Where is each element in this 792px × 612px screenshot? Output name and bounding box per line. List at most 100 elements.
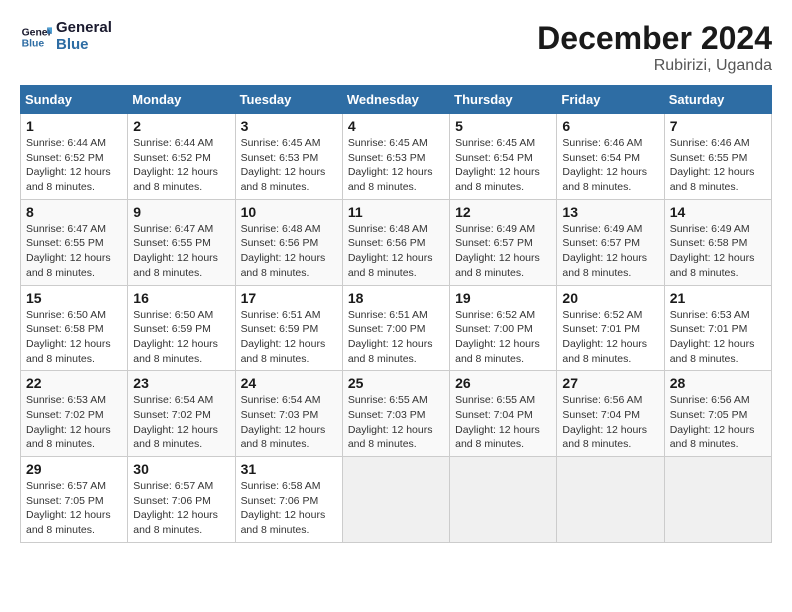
day-info: Sunrise: 6:45 AM Sunset: 6:53 PM Dayligh… [348,136,444,195]
daylight-minutes: and 8 minutes. [133,181,202,193]
day-info: Sunrise: 6:49 AM Sunset: 6:58 PM Dayligh… [670,222,766,281]
weekday-header-friday: Friday [557,86,664,114]
day-info: Sunrise: 6:47 AM Sunset: 6:55 PM Dayligh… [26,222,122,281]
day-info: Sunrise: 6:48 AM Sunset: 6:56 PM Dayligh… [241,222,337,281]
daylight-label: Daylight: 12 hours [670,252,755,264]
daylight-label: Daylight: 12 hours [241,338,326,350]
day-info: Sunrise: 6:52 AM Sunset: 7:00 PM Dayligh… [455,308,551,367]
sunset-label: Sunset: 7:01 PM [562,323,640,335]
daylight-label: Daylight: 12 hours [348,424,433,436]
daylight-minutes: and 8 minutes. [562,181,631,193]
week-row-3: 15 Sunrise: 6:50 AM Sunset: 6:58 PM Dayl… [21,285,772,371]
calendar-cell [342,457,449,543]
day-number: 23 [133,375,229,391]
sunset-label: Sunset: 6:54 PM [455,152,533,164]
day-number: 2 [133,118,229,134]
daylight-minutes: and 8 minutes. [455,438,524,450]
day-info: Sunrise: 6:50 AM Sunset: 6:58 PM Dayligh… [26,308,122,367]
calendar-cell: 18 Sunrise: 6:51 AM Sunset: 7:00 PM Dayl… [342,285,449,371]
sunrise-label: Sunrise: 6:45 AM [348,137,428,149]
calendar-cell: 13 Sunrise: 6:49 AM Sunset: 6:57 PM Dayl… [557,199,664,285]
sunrise-label: Sunrise: 6:55 AM [348,394,428,406]
day-info: Sunrise: 6:56 AM Sunset: 7:04 PM Dayligh… [562,393,658,452]
sunset-label: Sunset: 7:00 PM [455,323,533,335]
calendar-cell: 23 Sunrise: 6:54 AM Sunset: 7:02 PM Dayl… [128,371,235,457]
day-number: 25 [348,375,444,391]
daylight-label: Daylight: 12 hours [133,338,218,350]
daylight-label: Daylight: 12 hours [562,252,647,264]
day-number: 24 [241,375,337,391]
sunset-label: Sunset: 7:01 PM [670,323,748,335]
daylight-minutes: and 8 minutes. [562,267,631,279]
sunset-label: Sunset: 6:53 PM [241,152,319,164]
weekday-header-sunday: Sunday [21,86,128,114]
sunset-label: Sunset: 7:03 PM [241,409,319,421]
daylight-minutes: and 8 minutes. [455,353,524,365]
sunrise-label: Sunrise: 6:45 AM [241,137,321,149]
week-row-1: 1 Sunrise: 6:44 AM Sunset: 6:52 PM Dayli… [21,114,772,200]
day-info: Sunrise: 6:46 AM Sunset: 6:55 PM Dayligh… [670,136,766,195]
day-number: 8 [26,204,122,220]
day-number: 6 [562,118,658,134]
sunset-label: Sunset: 6:52 PM [26,152,104,164]
daylight-label: Daylight: 12 hours [562,424,647,436]
daylight-label: Daylight: 12 hours [241,166,326,178]
day-number: 20 [562,290,658,306]
daylight-minutes: and 8 minutes. [133,267,202,279]
sunrise-label: Sunrise: 6:53 AM [26,394,106,406]
daylight-label: Daylight: 12 hours [241,509,326,521]
daylight-label: Daylight: 12 hours [348,252,433,264]
sunset-label: Sunset: 6:52 PM [133,152,211,164]
sunrise-label: Sunrise: 6:58 AM [241,480,321,492]
calendar-cell: 29 Sunrise: 6:57 AM Sunset: 7:05 PM Dayl… [21,457,128,543]
day-info: Sunrise: 6:47 AM Sunset: 6:55 PM Dayligh… [133,222,229,281]
sunrise-label: Sunrise: 6:54 AM [241,394,321,406]
daylight-minutes: and 8 minutes. [241,181,310,193]
calendar-cell: 30 Sunrise: 6:57 AM Sunset: 7:06 PM Dayl… [128,457,235,543]
logo-blue: Blue [56,37,112,54]
sunrise-label: Sunrise: 6:50 AM [26,309,106,321]
weekday-header-wednesday: Wednesday [342,86,449,114]
page-header: General Blue General Blue December 2024 … [20,20,772,75]
daylight-label: Daylight: 12 hours [455,166,540,178]
day-number: 18 [348,290,444,306]
sunrise-label: Sunrise: 6:56 AM [670,394,750,406]
day-info: Sunrise: 6:54 AM Sunset: 7:02 PM Dayligh… [133,393,229,452]
sunrise-label: Sunrise: 6:45 AM [455,137,535,149]
day-number: 22 [26,375,122,391]
sunset-label: Sunset: 7:05 PM [670,409,748,421]
daylight-label: Daylight: 12 hours [133,166,218,178]
day-info: Sunrise: 6:51 AM Sunset: 6:59 PM Dayligh… [241,308,337,367]
calendar-cell: 10 Sunrise: 6:48 AM Sunset: 6:56 PM Dayl… [235,199,342,285]
sunset-label: Sunset: 6:56 PM [241,237,319,249]
sunset-label: Sunset: 6:55 PM [133,237,211,249]
sunset-label: Sunset: 6:55 PM [26,237,104,249]
sunset-label: Sunset: 7:00 PM [348,323,426,335]
daylight-label: Daylight: 12 hours [670,166,755,178]
daylight-minutes: and 8 minutes. [241,353,310,365]
calendar-cell: 25 Sunrise: 6:55 AM Sunset: 7:03 PM Dayl… [342,371,449,457]
sunset-label: Sunset: 7:02 PM [26,409,104,421]
sunrise-label: Sunrise: 6:52 AM [455,309,535,321]
daylight-minutes: and 8 minutes. [26,181,95,193]
daylight-minutes: and 8 minutes. [670,267,739,279]
day-number: 9 [133,204,229,220]
sunset-label: Sunset: 7:03 PM [348,409,426,421]
month-year-title: December 2024 [537,20,772,57]
sunrise-label: Sunrise: 6:50 AM [133,309,213,321]
day-number: 1 [26,118,122,134]
weekday-header-thursday: Thursday [450,86,557,114]
day-info: Sunrise: 6:44 AM Sunset: 6:52 PM Dayligh… [26,136,122,195]
daylight-minutes: and 8 minutes. [670,181,739,193]
daylight-label: Daylight: 12 hours [26,338,111,350]
location-subtitle: Rubirizi, Uganda [537,57,772,75]
day-info: Sunrise: 6:50 AM Sunset: 6:59 PM Dayligh… [133,308,229,367]
daylight-label: Daylight: 12 hours [241,252,326,264]
daylight-minutes: and 8 minutes. [26,438,95,450]
sunrise-label: Sunrise: 6:52 AM [562,309,642,321]
calendar-cell: 20 Sunrise: 6:52 AM Sunset: 7:01 PM Dayl… [557,285,664,371]
day-info: Sunrise: 6:44 AM Sunset: 6:52 PM Dayligh… [133,136,229,195]
day-info: Sunrise: 6:56 AM Sunset: 7:05 PM Dayligh… [670,393,766,452]
calendar-cell: 28 Sunrise: 6:56 AM Sunset: 7:05 PM Dayl… [664,371,771,457]
daylight-minutes: and 8 minutes. [133,524,202,536]
